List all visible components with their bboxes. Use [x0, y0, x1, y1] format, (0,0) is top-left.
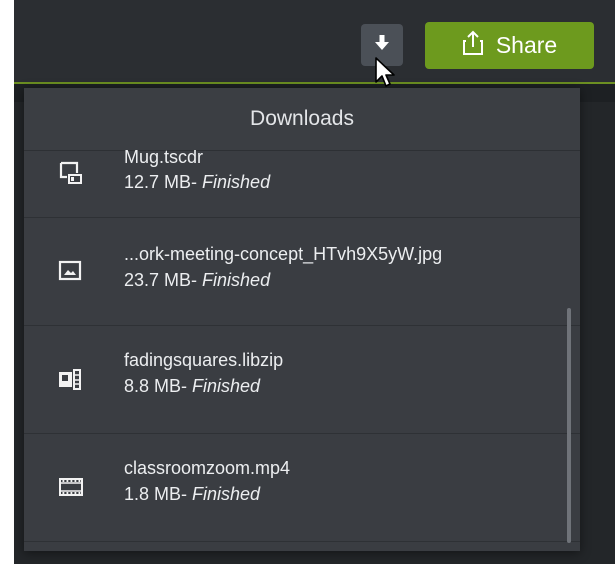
download-item[interactable]: classroomzoom.mp4 1.8 MB- Finished — [24, 434, 580, 542]
download-item-name: fadingsquares.libzip — [124, 350, 284, 370]
download-item-status: Finished — [192, 376, 261, 396]
film-icon — [58, 476, 84, 503]
download-item-meta: 1.8 MB- Finished — [124, 484, 260, 505]
downloads-panel: Downloads Mug.tscdr 12.7 MB- Finished ..… — [24, 88, 580, 551]
download-item-separator: - — [191, 270, 203, 290]
download-item[interactable]: ...ork-meeting-concept_HTvh9X5yW.jpg 23.… — [24, 218, 580, 326]
download-item-size: 1.8 MB — [124, 484, 182, 504]
download-item-separator: - — [181, 376, 193, 396]
downloads-scrollbar[interactable] — [567, 308, 571, 543]
image-icon — [58, 260, 82, 287]
download-item-meta: 8.8 MB- Finished — [124, 376, 260, 397]
download-item-name: classroomzoom.mp4 — [124, 458, 291, 478]
download-item-status: Finished — [202, 270, 271, 290]
download-item[interactable]: Mug.tscdr 12.7 MB- Finished — [24, 150, 580, 218]
download-item-status: Finished — [202, 172, 271, 192]
download-item-name: Mug.tscdr — [124, 150, 204, 167]
download-arrow-icon — [374, 34, 390, 57]
download-item-separator: - — [191, 172, 203, 192]
download-item-size: 23.7 MB — [124, 270, 192, 290]
downloads-list[interactable]: Mug.tscdr 12.7 MB- Finished ...ork-meeti… — [24, 150, 580, 551]
share-upload-icon — [462, 30, 484, 62]
download-item[interactable]: fadingsquares.libzip 8.8 MB- Finished — [24, 326, 580, 434]
download-item-meta: 12.7 MB- Finished — [124, 172, 270, 193]
download-item-size: 8.8 MB — [124, 376, 182, 396]
screen-project-icon — [58, 160, 84, 191]
download-item-size: 12.7 MB — [124, 172, 192, 192]
download-item-status: Finished — [192, 484, 261, 504]
share-button[interactable]: Share — [425, 22, 594, 69]
share-label: Share — [495, 32, 558, 58]
library-zip-icon — [58, 368, 84, 395]
download-item-name: ...ork-meeting-concept_HTvh9X5yW.jpg — [124, 244, 443, 264]
download-item-meta: 23.7 MB- Finished — [124, 270, 270, 291]
downloads-panel-title: Downloads — [24, 88, 580, 151]
mouse-cursor-icon — [374, 56, 396, 95]
top-toolbar: Share — [14, 0, 615, 84]
download-item-separator: - — [181, 484, 193, 504]
